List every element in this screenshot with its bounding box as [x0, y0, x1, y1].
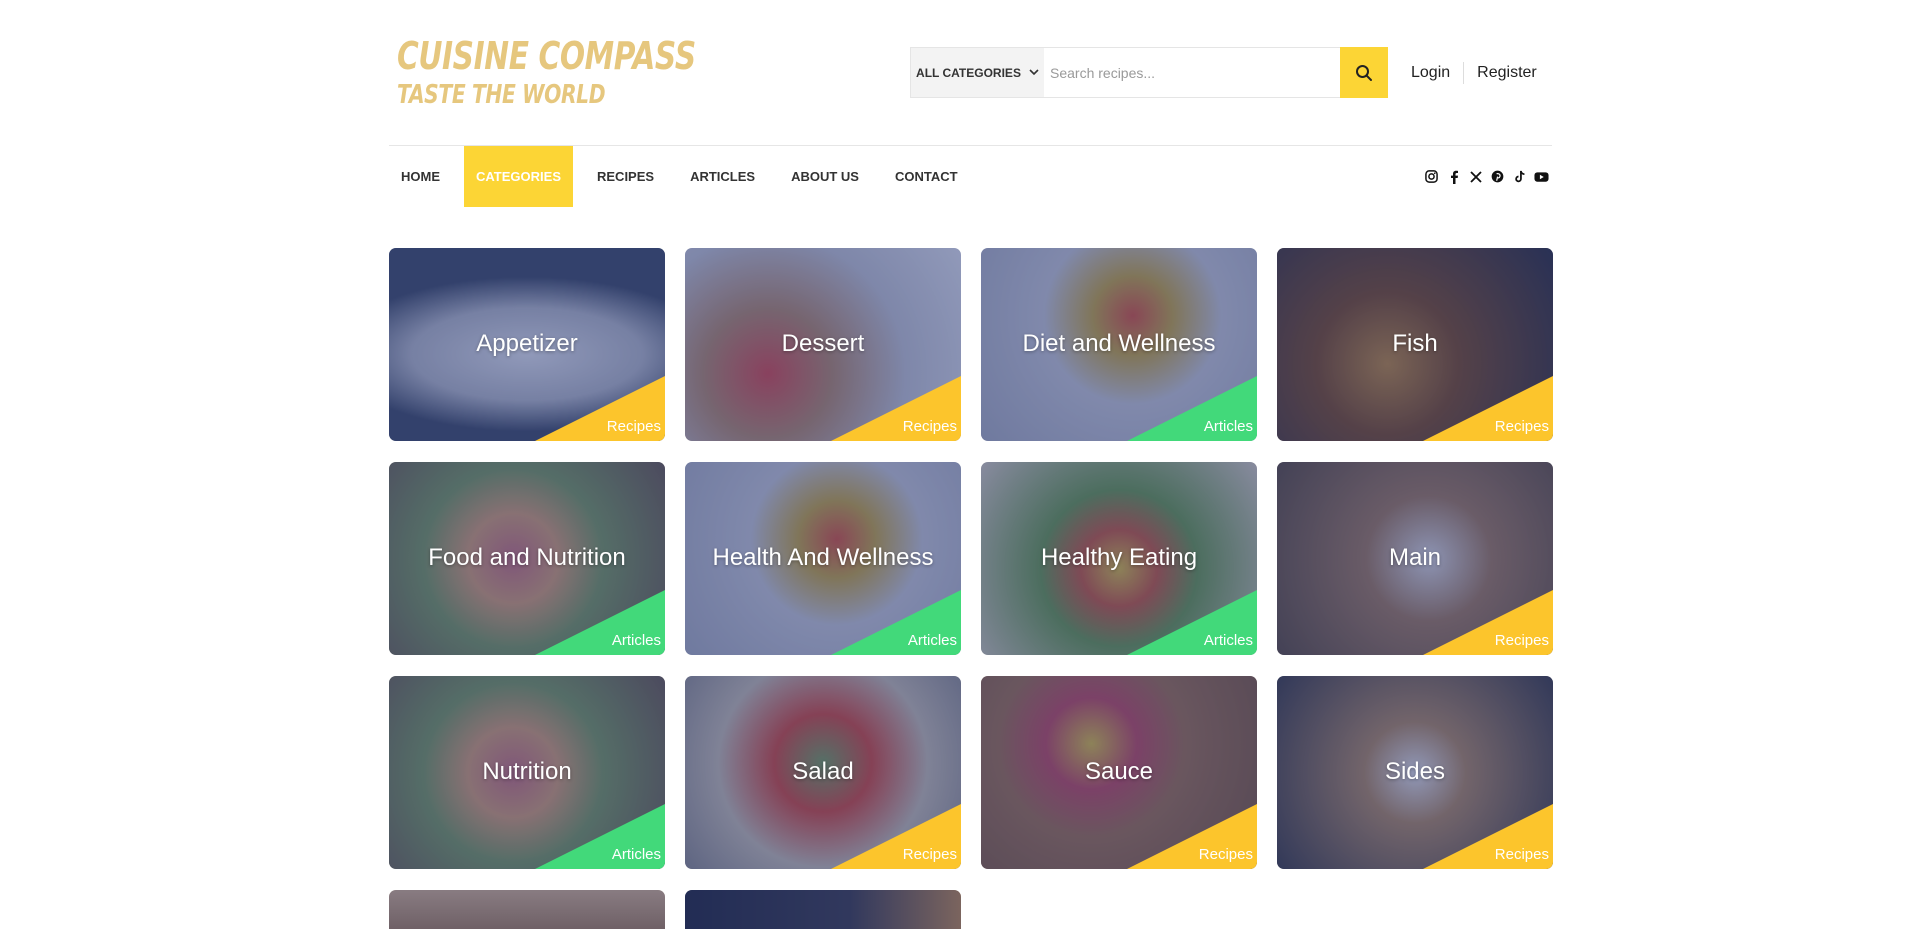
social-links [1423, 168, 1550, 185]
nav-about-us[interactable]: ABOUT US [779, 146, 871, 207]
category-card-partial[interactable] [685, 890, 961, 929]
card-type-label: Articles [1203, 418, 1253, 435]
facebook-icon[interactable] [1445, 168, 1462, 185]
card-title: Main [1388, 544, 1442, 571]
category-card[interactable]: Health And Wellness Articles [685, 462, 961, 655]
card-type-label: Recipes [902, 846, 957, 863]
card-type-label: Recipes [1494, 632, 1549, 649]
card-title: Salad [792, 758, 854, 785]
card-type-label: Recipes [1494, 418, 1549, 435]
card-title: Dessert [781, 330, 865, 357]
main-nav: HOME CATEGORIES RECIPES ARTICLES ABOUT U… [389, 146, 982, 207]
category-grid: Appetizer Recipes Dessert Recipes Diet a… [389, 248, 1553, 929]
card-title: Healthy Eating [1040, 544, 1198, 571]
pinterest-icon[interactable] [1489, 168, 1506, 185]
category-select[interactable]: ALL CATEGORIES [911, 48, 1044, 97]
nav-recipes[interactable]: RECIPES [585, 146, 666, 207]
search-button[interactable] [1340, 47, 1388, 98]
search-input[interactable] [1044, 48, 1340, 97]
auth-links: Login Register [1411, 62, 1537, 84]
site-logo[interactable]: Cuisine Compass Taste the World [389, 36, 696, 114]
nav-home[interactable]: HOME [389, 146, 452, 207]
card-title: Diet and Wellness [1022, 330, 1216, 357]
category-card-partial[interactable] [389, 890, 665, 929]
category-card[interactable]: Appetizer Recipes [389, 248, 665, 441]
card-title: Food and Nutrition [428, 544, 626, 571]
tiktok-icon[interactable] [1511, 168, 1528, 185]
card-title: Fish [1392, 330, 1438, 357]
card-type-label: Recipes [1198, 846, 1253, 863]
card-overlay [685, 890, 961, 929]
category-card[interactable]: Dessert Recipes [685, 248, 961, 441]
search-bar: ALL CATEGORIES [910, 47, 1388, 98]
card-type-label: Articles [611, 632, 661, 649]
card-type-label: Articles [611, 846, 661, 863]
card-title: Health And Wellness [712, 544, 934, 571]
brand-tagline: Taste the World [397, 80, 606, 110]
card-type-label: Articles [907, 632, 957, 649]
search-icon [1356, 64, 1372, 81]
nav-contact[interactable]: CONTACT [883, 146, 970, 207]
instagram-icon[interactable] [1423, 168, 1440, 185]
card-type-label: Articles [1203, 632, 1253, 649]
card-title: Sides [1384, 758, 1446, 785]
chevron-down-icon [1029, 67, 1039, 79]
category-card[interactable]: Healthy Eating Articles [981, 462, 1257, 655]
register-link[interactable]: Register [1477, 64, 1537, 82]
category-card[interactable]: Food and Nutrition Articles [389, 462, 665, 655]
site-header: Cuisine Compass Taste the World ALL CATE… [389, 0, 1552, 145]
card-title: Nutrition [482, 758, 572, 785]
category-card[interactable]: Diet and Wellness Articles [981, 248, 1257, 441]
category-card[interactable]: Fish Recipes [1277, 248, 1553, 441]
nav-categories[interactable]: CATEGORIES [464, 146, 573, 207]
category-card[interactable]: Salad Recipes [685, 676, 961, 869]
category-card[interactable]: Main Recipes [1277, 462, 1553, 655]
auth-divider [1463, 62, 1465, 84]
card-title: Appetizer [476, 330, 578, 357]
card-type-label: Recipes [902, 418, 957, 435]
card-type-label: Recipes [1494, 846, 1549, 863]
category-card[interactable]: Sides Recipes [1277, 676, 1553, 869]
category-card[interactable]: Nutrition Articles [389, 676, 665, 869]
card-overlay [389, 890, 665, 929]
nav-articles[interactable]: ARTICLES [678, 146, 767, 207]
category-card[interactable]: Sauce Recipes [981, 676, 1257, 869]
login-link[interactable]: Login [1411, 64, 1450, 82]
card-type-label: Recipes [606, 418, 661, 435]
card-title: Sauce [1084, 758, 1154, 785]
brand-title: Cuisine Compass [397, 34, 696, 78]
youtube-icon[interactable] [1533, 168, 1550, 185]
category-select-label: ALL CATEGORIES [916, 65, 1021, 80]
x-icon[interactable] [1467, 168, 1484, 185]
page-container: Cuisine Compass Taste the World ALL CATE… [389, 0, 1553, 929]
